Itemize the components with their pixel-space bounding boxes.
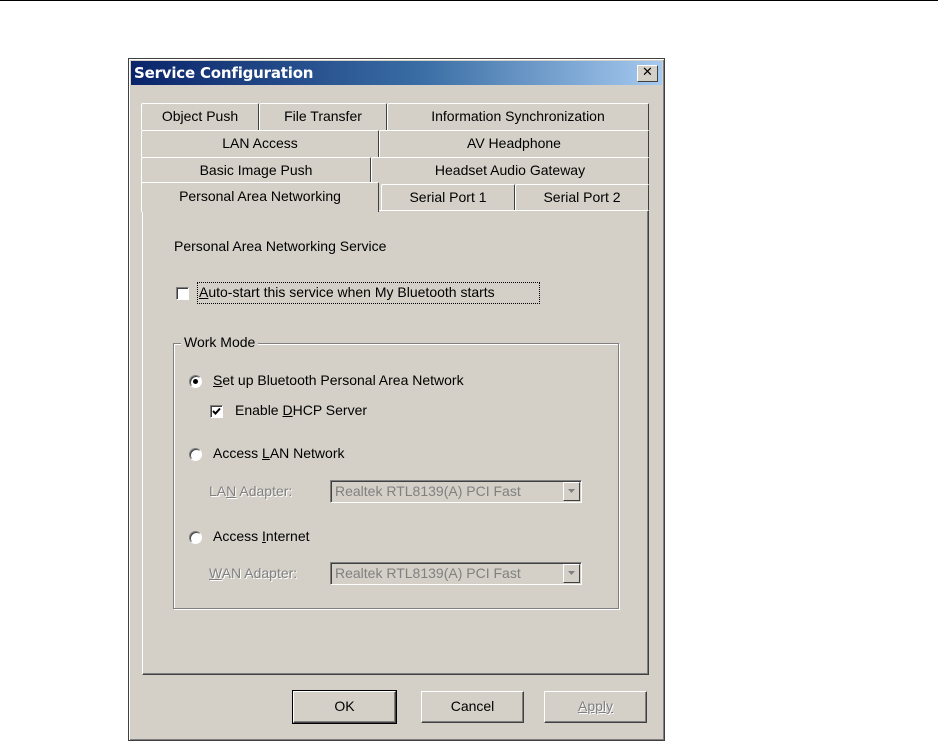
ok-button[interactable]: OK	[292, 690, 397, 724]
lan-label-rest: AN Network	[269, 445, 345, 461]
tab-av-headphone[interactable]: AV Headphone	[379, 130, 649, 157]
internet-label[interactable]: Access Internet	[213, 528, 310, 544]
tab-serial-port-2[interactable]: Serial Port 2	[515, 184, 649, 211]
tab-file-transfer[interactable]: File Transfer	[259, 103, 387, 130]
title-bar[interactable]: Service Configuration ✕	[131, 61, 662, 85]
wan-adapter-select[interactable]: Realtek RTL8139(A) PCI Fast	[330, 562, 582, 585]
close-button[interactable]: ✕	[637, 65, 658, 82]
pan-mnemonic: S	[213, 372, 223, 388]
internet-label-pre: Access	[213, 528, 263, 544]
internet-radio[interactable]	[189, 531, 202, 544]
tab-object-push[interactable]: Object Push	[141, 103, 259, 130]
lan-radio[interactable]	[189, 448, 202, 461]
tab-information-synchronization[interactable]: Information Synchronization	[387, 103, 649, 130]
lan-adapter-mnemonic: N	[226, 483, 237, 499]
apply-button[interactable]: Apply	[544, 691, 647, 723]
tab-personal-area-networking[interactable]: Personal Area Networking	[141, 182, 379, 212]
window-title: Service Configuration	[134, 64, 314, 82]
service-label: Personal Area Networking Service	[174, 238, 387, 254]
pan-label-rest: et up Bluetooth Personal Area Network	[222, 372, 464, 388]
tab-basic-image-push[interactable]: Basic Image Push	[141, 157, 371, 184]
checkmark-icon	[212, 407, 221, 415]
lan-adapter-dropdown-button[interactable]	[563, 482, 580, 501]
pan-radio[interactable]	[189, 375, 202, 388]
lan-label-pre: Access	[213, 445, 263, 461]
work-mode-title: Work Mode	[181, 334, 259, 350]
wan-adapter-value: Realtek RTL8139(A) PCI Fast	[335, 565, 521, 581]
service-configuration-dialog: Service Configuration ✕ Object Push File…	[128, 58, 665, 741]
lan-mnemonic: L	[262, 445, 270, 461]
lan-adapter-rest: Adapter:	[236, 483, 293, 499]
dhcp-label-rest: HCP Server	[292, 402, 368, 418]
wan-adapter-mnemonic: W	[209, 565, 222, 581]
lan-adapter-value: Realtek RTL8139(A) PCI Fast	[335, 483, 521, 499]
close-icon: ✕	[642, 65, 653, 80]
autostart-checkbox[interactable]	[176, 287, 189, 300]
dhcp-label-pre: Enable	[235, 402, 283, 418]
apply-label: Apply	[577, 698, 614, 714]
tab-panel	[142, 210, 649, 675]
autostart-label[interactable]: Auto-start this service when My Bluetoot…	[199, 284, 495, 300]
pan-label[interactable]: Set up Bluetooth Personal Area Network	[213, 372, 464, 388]
dhcp-label[interactable]: Enable DHCP Server	[235, 402, 367, 418]
lan-network-label[interactable]: Access LAN Network	[213, 445, 345, 461]
wan-adapter-dropdown-button[interactable]	[563, 564, 580, 583]
dhcp-mnemonic: D	[282, 402, 293, 418]
wan-adapter-rest: AN Adapter:	[221, 565, 298, 581]
wan-adapter-label: WAN Adapter:	[209, 565, 297, 581]
page-top-rule	[0, 0, 938, 1]
autostart-label-rest: uto-start this service when My Bluetooth…	[208, 284, 495, 300]
cancel-button[interactable]: Cancel	[421, 691, 524, 723]
dhcp-checkbox[interactable]	[210, 405, 223, 418]
radio-selected-dot	[193, 379, 198, 384]
lan-adapter-label: LAN Adapter:	[209, 483, 292, 499]
internet-label-rest: nternet	[265, 528, 310, 544]
lan-adapter-select[interactable]: Realtek RTL8139(A) PCI Fast	[330, 480, 582, 503]
chevron-down-icon	[568, 489, 575, 493]
lan-adapter-pre: LA	[209, 483, 227, 499]
tab-headset-audio-gateway[interactable]: Headset Audio Gateway	[371, 157, 649, 184]
tab-lan-access[interactable]: LAN Access	[141, 130, 379, 157]
autostart-mnemonic: A	[199, 284, 209, 300]
tab-serial-port-1[interactable]: Serial Port 1	[381, 184, 515, 211]
chevron-down-icon	[568, 571, 575, 575]
